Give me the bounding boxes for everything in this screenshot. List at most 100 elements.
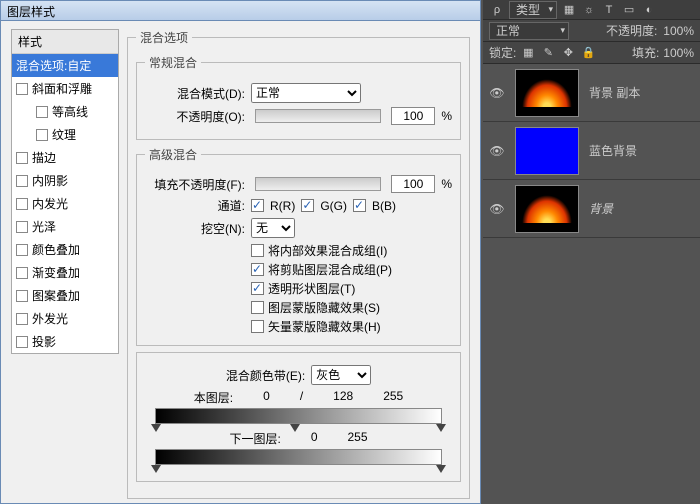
fill-label: 填充: xyxy=(632,44,659,61)
lock-pixels-icon[interactable]: ✎ xyxy=(540,46,556,60)
blend-interior-checkbox[interactable] xyxy=(251,244,264,257)
group-title: 混合选项 xyxy=(136,29,192,46)
layer-row[interactable]: 👁 背景 xyxy=(483,180,700,238)
filter-icon-adjust[interactable]: ☼ xyxy=(581,3,597,17)
checkbox[interactable] xyxy=(16,313,28,325)
layer-name[interactable]: 蓝色背景 xyxy=(589,142,694,159)
blend-mode-select[interactable]: 正常 xyxy=(251,83,361,103)
layers-panel: ρ 类型 ▦ ☼ T ▭ ◐ 正常 不透明度: 100% 锁定: ▦ ✎ ✥ 🔒… xyxy=(483,0,700,504)
kind-icon: ρ xyxy=(489,3,505,17)
fill-opacity-label: 填充不透明度(F): xyxy=(145,176,245,193)
advanced-blending-group: 高级混合 填充不透明度(F): 100 % 通道: R(R) G(G) B(B)… xyxy=(136,146,461,346)
group-title: 常规混合 xyxy=(145,54,201,71)
group-title: 高级混合 xyxy=(145,146,201,163)
blend-mode-select[interactable]: 正常 xyxy=(489,22,569,40)
sidebar-item-texture[interactable]: 纹理 xyxy=(12,123,118,146)
transparency-shapes-label: 透明形状图层(T) xyxy=(268,280,355,297)
checkbox[interactable] xyxy=(36,129,48,141)
channel-g-checkbox[interactable] xyxy=(301,199,314,212)
blend-if-select[interactable]: 灰色 xyxy=(311,365,371,385)
layer-style-dialog: 图层样式 样式 混合选项:自定 斜面和浮雕 等高线 纹理 描边 内阴影 内发光 … xyxy=(0,0,481,504)
styles-sidebar: 样式 混合选项:自定 斜面和浮雕 等高线 纹理 描边 内阴影 内发光 光泽 颜色… xyxy=(11,29,119,354)
layer-mask-hides-label: 图层蒙版隐藏效果(S) xyxy=(268,299,380,316)
this-layer-label: 本图层: xyxy=(194,389,233,406)
sidebar-item-outer-glow[interactable]: 外发光 xyxy=(12,307,118,330)
sidebar-item-bevel[interactable]: 斜面和浮雕 xyxy=(12,77,118,100)
dialog-title: 图层样式 xyxy=(1,1,480,21)
divider: / xyxy=(300,389,303,406)
fill-opacity-value[interactable]: 100 xyxy=(391,175,435,193)
checkbox[interactable] xyxy=(16,175,28,187)
sidebar-item-satin[interactable]: 光泽 xyxy=(12,215,118,238)
checkbox[interactable] xyxy=(16,83,28,95)
sidebar-item-stroke[interactable]: 描边 xyxy=(12,146,118,169)
knockout-select[interactable]: 无 xyxy=(251,218,295,238)
checkbox[interactable] xyxy=(16,221,28,233)
fill-opacity-slider[interactable] xyxy=(255,177,381,191)
sidebar-item-contour[interactable]: 等高线 xyxy=(12,100,118,123)
under-layer-slider[interactable] xyxy=(155,449,442,465)
sidebar-item-pattern-overlay[interactable]: 图案叠加 xyxy=(12,284,118,307)
layers-mode-row: 正常 不透明度: 100% xyxy=(483,20,700,42)
filter-icon-pixel[interactable]: ▦ xyxy=(561,3,577,17)
layers-lock-row: 锁定: ▦ ✎ ✥ 🔒 填充: 100% xyxy=(483,42,700,64)
checkbox[interactable] xyxy=(16,290,28,302)
pct: % xyxy=(441,109,452,123)
this-lo: 0 xyxy=(263,389,270,406)
layer-thumbnail[interactable] xyxy=(515,185,579,233)
checkbox[interactable] xyxy=(16,336,28,348)
channel-r-checkbox[interactable] xyxy=(251,199,264,212)
opacity-value[interactable]: 100% xyxy=(663,24,694,38)
checkbox[interactable] xyxy=(16,152,28,164)
layer-filter-select[interactable]: 类型 xyxy=(509,1,557,19)
channel-b-label: B(B) xyxy=(372,199,396,213)
knockout-label: 挖空(N): xyxy=(145,220,245,237)
opacity-slider[interactable] xyxy=(255,109,381,123)
fill-value[interactable]: 100% xyxy=(663,46,694,60)
layer-thumbnail[interactable] xyxy=(515,127,579,175)
layer-name[interactable]: 背景 副本 xyxy=(589,84,694,101)
layer-thumbnail[interactable] xyxy=(515,69,579,117)
vector-mask-hides-checkbox[interactable] xyxy=(251,320,264,333)
channel-label: 通道: xyxy=(145,197,245,214)
sidebar-item-gradient-overlay[interactable]: 渐变叠加 xyxy=(12,261,118,284)
filter-icon-type[interactable]: T xyxy=(601,3,617,17)
visibility-icon[interactable]: 👁 xyxy=(489,144,505,158)
checkbox[interactable] xyxy=(16,267,28,279)
visibility-icon[interactable]: 👁 xyxy=(489,202,505,216)
opacity-label: 不透明度: xyxy=(606,22,657,39)
checkbox[interactable] xyxy=(16,198,28,210)
sidebar-item-inner-glow[interactable]: 内发光 xyxy=(12,192,118,215)
filter-icon-smart[interactable]: ◐ xyxy=(641,3,657,17)
this-layer-slider[interactable] xyxy=(155,408,442,424)
sidebar-item-inner-shadow[interactable]: 内阴影 xyxy=(12,169,118,192)
sidebar-item-blending-options[interactable]: 混合选项:自定 xyxy=(12,54,118,77)
checkbox[interactable] xyxy=(36,106,48,118)
blend-interior-label: 将内部效果混合成组(I) xyxy=(268,242,387,259)
channel-b-checkbox[interactable] xyxy=(353,199,366,212)
lock-all-icon[interactable]: 🔒 xyxy=(580,46,596,60)
filter-icon-shape[interactable]: ▭ xyxy=(621,3,637,17)
this-mid: 128 xyxy=(333,389,353,406)
opacity-value[interactable]: 100 xyxy=(391,107,435,125)
layer-row[interactable]: 👁 背景 副本 xyxy=(483,64,700,122)
checkbox[interactable] xyxy=(16,244,28,256)
under-layer-label: 下一图层: xyxy=(229,430,280,447)
lock-transparent-icon[interactable]: ▦ xyxy=(520,46,536,60)
under-lo: 0 xyxy=(311,430,318,447)
blend-clipped-checkbox[interactable] xyxy=(251,263,264,276)
pct: % xyxy=(441,177,452,191)
sidebar-item-color-overlay[interactable]: 颜色叠加 xyxy=(12,238,118,261)
vector-mask-hides-label: 矢量蒙版隐藏效果(H) xyxy=(268,318,381,335)
transparency-shapes-checkbox[interactable] xyxy=(251,282,264,295)
sidebar-item-drop-shadow[interactable]: 投影 xyxy=(12,330,118,353)
channel-r-label: R(R) xyxy=(270,199,295,213)
general-blending-group: 常规混合 混合模式(D): 正常 不透明度(O): 100 % xyxy=(136,54,461,140)
layer-mask-hides-checkbox[interactable] xyxy=(251,301,264,314)
layer-name[interactable]: 背景 xyxy=(589,200,694,217)
layer-row[interactable]: 👁 蓝色背景 xyxy=(483,122,700,180)
lock-position-icon[interactable]: ✥ xyxy=(560,46,576,60)
opacity-label: 不透明度(O): xyxy=(145,108,245,125)
blending-options-group: 混合选项 常规混合 混合模式(D): 正常 不透明度(O): 100 % 高级混… xyxy=(127,29,470,499)
visibility-icon[interactable]: 👁 xyxy=(489,86,505,100)
